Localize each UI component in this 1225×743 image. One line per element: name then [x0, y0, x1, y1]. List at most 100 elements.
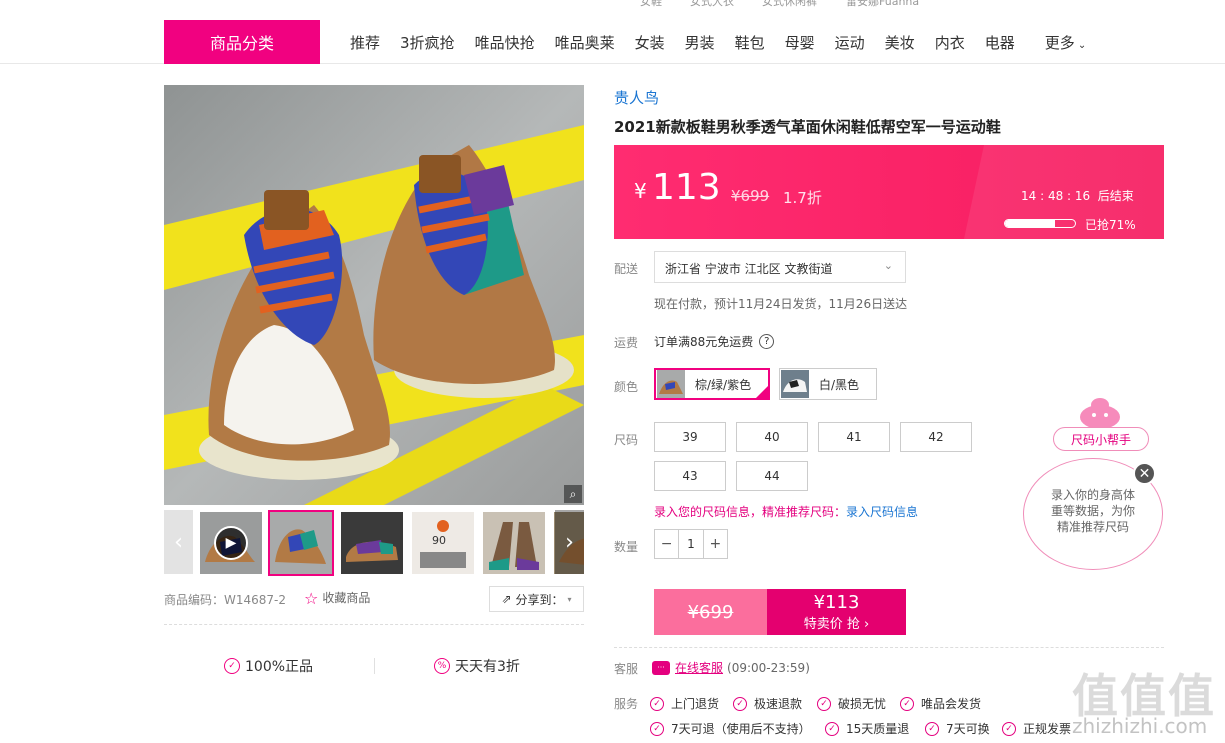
size-label: 尺码 [614, 433, 639, 447]
buy-button[interactable]: ¥113 特卖价 抢 › [767, 589, 906, 635]
check-circle-icon: ✓ [733, 696, 747, 711]
service-item-label: 正规发票 [1023, 722, 1072, 736]
nav-more-label: 更多 [1044, 33, 1075, 52]
nav-item[interactable]: 内衣 [935, 32, 965, 53]
decrement-button[interactable]: − [655, 530, 678, 558]
color-swatch-image [781, 370, 809, 398]
top-link[interactable]: 女式休闲裤 [762, 0, 817, 8]
nav-item[interactable]: 鞋包 [735, 32, 765, 53]
nav-item[interactable]: 男装 [685, 32, 715, 53]
top-link[interactable]: 女式大衣 [690, 0, 734, 8]
top-link[interactable]: 雷安娜Fuanna [846, 0, 919, 8]
favorite-label: 收藏商品 [322, 591, 371, 605]
size-option[interactable]: 44 [736, 461, 808, 491]
divider [164, 624, 584, 625]
main-nav: 推荐 3折疯抢 唯品快抢 唯品奥莱 女装 男装 鞋包 母婴 运动 美妆 内衣 电… [340, 20, 1096, 64]
quantity-value[interactable]: 1 [678, 530, 704, 558]
check-circle-icon: ✓ [650, 696, 664, 711]
question-icon[interactable]: ? [759, 334, 775, 349]
sale-price: 113 [652, 167, 721, 208]
size-option[interactable]: 41 [818, 422, 890, 452]
product-code: 商品编码：W14687-2 [164, 593, 287, 607]
brand-link[interactable]: 贵人鸟 [614, 87, 659, 108]
service-item: ✓ 上门退货 [650, 695, 719, 712]
color-label: 颜色 [614, 380, 639, 394]
nav-item[interactable]: 女装 [635, 32, 665, 53]
thumbnail-prev-button[interactable]: ‹ [164, 510, 193, 574]
helper-message-line: 精准推荐尺码 [1056, 520, 1129, 534]
service-hours: (09:00-23:59) [727, 660, 810, 675]
nav-item[interactable]: 运动 [835, 32, 865, 53]
thumbnail-item[interactable] [483, 512, 545, 574]
freight-info: 订单满88元免运费 ? [654, 333, 775, 350]
divider [614, 647, 1164, 648]
nav-item[interactable]: 3折疯抢 [400, 32, 455, 53]
guarantee-authentic: ✓ 100%正品 [224, 656, 313, 676]
online-service-link[interactable]: 在线客服 [675, 659, 723, 676]
thumbnail-image [270, 512, 332, 574]
nav-more[interactable]: 更多 ⌄ [1045, 32, 1087, 53]
price-banner: ¥ 113 ¥699 1.7折 14 : 48 : 16 后结束 已抢71% [614, 145, 1164, 239]
service-item-label: 7天可退（使用后不支持） [671, 722, 811, 736]
quantity-label: 数量 [614, 540, 639, 554]
freight-text: 订单满88元免运费 [654, 335, 754, 349]
thumbnail-next-button[interactable]: › [555, 510, 584, 574]
color-option[interactable]: 白/黑色 [779, 368, 877, 400]
delivery-label: 配送 [614, 262, 639, 276]
thumbnail-item[interactable]: 90 [412, 512, 474, 574]
size-option[interactable]: 39 [654, 422, 726, 452]
service-item: ✓ 正规发票 [1002, 720, 1071, 737]
main-product-image[interactable]: ⌕ [164, 85, 584, 505]
size-option[interactable]: 42 [900, 422, 972, 452]
customer-service: ··· 在线客服 (09:00-23:59) [652, 659, 810, 676]
share-button[interactable]: ⇗ 分享到： ▾ [489, 586, 584, 612]
thumbnail-video[interactable]: ▶ [200, 512, 262, 574]
address-value: 浙江省 宁波市 江北区 文教街道 [665, 262, 833, 276]
size-info-link[interactable]: 录入尺码信息 [846, 505, 918, 519]
nav-item[interactable]: 母婴 [785, 32, 815, 53]
nav-item[interactable]: 推荐 [350, 32, 380, 53]
helper-message-line: 重等数据，为你 [1050, 504, 1135, 518]
thumbnail-item[interactable] [268, 510, 334, 576]
check-circle-icon: ✓ [1002, 721, 1016, 736]
service-item: ✓ 7天可退（使用后不支持） [650, 720, 811, 737]
category-button[interactable]: 商品分类 [164, 20, 320, 64]
size-option[interactable]: 40 [736, 422, 808, 452]
thumbnail-image: 90 [412, 512, 474, 574]
nav-item[interactable]: 唯品奥莱 [555, 32, 615, 53]
original-price: ¥699 [731, 187, 770, 205]
chat-icon: ··· [652, 660, 670, 675]
share-icon: ⇗ [501, 592, 512, 606]
countdown-value: 14 : 48 : 16 [1021, 189, 1091, 203]
nav-item[interactable]: 唯品快抢 [475, 32, 535, 53]
thumbnail-item[interactable] [341, 512, 403, 574]
service-item-label: 极速退款 [754, 697, 803, 711]
sold-percent-label: 已抢71% [1085, 218, 1136, 232]
share-label: 分享到： [515, 592, 564, 607]
check-circle-icon: ✓ [825, 721, 839, 736]
original-price-button[interactable]: ¥699 [654, 589, 767, 635]
buy-action-label: 特卖价 抢 › [803, 617, 870, 632]
favorite-button[interactable]: ☆ 收藏商品 [304, 589, 370, 608]
size-option[interactable]: 43 [654, 461, 726, 491]
check-circle-icon: ✓ [650, 721, 664, 736]
guarantee-label: 天天有3折 [455, 659, 520, 675]
guarantee-label: 100%正品 [245, 659, 314, 675]
address-select[interactable]: 浙江省 宁波市 江北区 文教街道 ⌄ [654, 251, 906, 283]
services-label: 服务 [614, 697, 639, 711]
shipping-estimate: 现在付款，预计11月24日发货，11月26日送达 [654, 297, 908, 311]
color-option[interactable]: 棕/绿/紫色 [654, 368, 770, 400]
zoom-icon[interactable]: ⌕ [564, 485, 582, 503]
divider [374, 658, 375, 674]
color-option-label: 棕/绿/紫色 [695, 377, 752, 392]
increment-button[interactable]: + [704, 530, 727, 558]
nav-item[interactable]: 电器 [985, 32, 1015, 53]
top-link[interactable]: 女鞋 [640, 0, 662, 8]
watermark-url: zhizhizhi.com [1072, 714, 1208, 738]
close-icon[interactable]: ✕ [1133, 462, 1156, 485]
size-helper-tag[interactable]: 尺码小帮手 [1053, 427, 1149, 451]
service-item: ✓ 7天可换 [925, 720, 990, 737]
nav-item[interactable]: 美妆 [885, 32, 915, 53]
play-icon[interactable]: ▶ [214, 526, 248, 560]
chevron-down-icon: ⌄ [1074, 39, 1087, 51]
